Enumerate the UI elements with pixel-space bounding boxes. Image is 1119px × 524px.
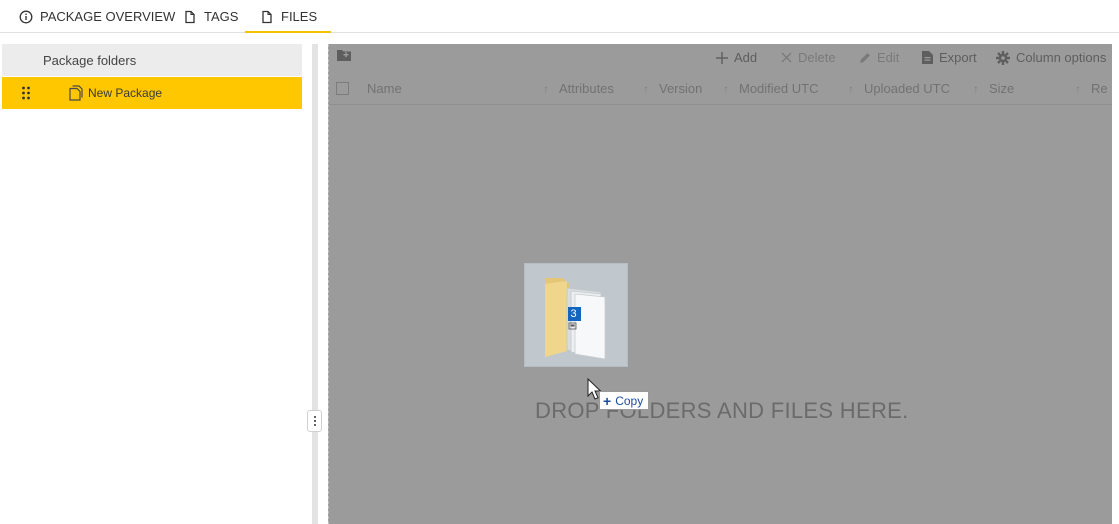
gear-icon [996, 50, 1010, 65]
package-folders-header: Package folders [2, 44, 302, 76]
tab-tags[interactable]: TAGS [183, 0, 238, 33]
copy-drop-tooltip: + Copy [599, 391, 650, 410]
tab-package-overview[interactable]: PACKAGE OVERVIEW [19, 0, 175, 33]
new-folder-icon [337, 50, 351, 61]
files-toolbar: Add Delete Edit Export Column options [329, 44, 1112, 72]
close-icon [781, 52, 792, 63]
document-icon [185, 10, 195, 23]
drop-zone-message: DROP FOLDERS AND FILES HERE. [535, 398, 909, 423]
column-label: Version [659, 81, 703, 96]
plus-icon: + [603, 392, 612, 409]
export-button[interactable]: Export [922, 50, 977, 65]
add-label: Add [734, 50, 758, 65]
panel-splitter[interactable] [312, 44, 318, 524]
tab-label: TAGS [204, 9, 239, 24]
sort-arrow-icon: ↑ [543, 81, 549, 96]
export-file-icon [922, 51, 933, 64]
tree-item-new-package[interactable]: New Package [2, 77, 302, 109]
info-icon [19, 10, 33, 23]
column-label: Size [989, 81, 1015, 96]
splitter-menu-button[interactable] [307, 410, 322, 432]
sort-arrow-icon: ↑ [643, 81, 649, 96]
vertical-ellipsis-icon [313, 415, 316, 427]
grid-header: Name ↑ Attributes ↑ Version ↑ Modified UTC … [329, 74, 1112, 105]
drag-handle-icon[interactable] [21, 86, 31, 100]
column-version[interactable]: ↑ Version [643, 81, 702, 96]
column-label: Re [1091, 81, 1108, 96]
edit-button[interactable]: Edit [859, 50, 899, 65]
column-label: Uploaded UTC [864, 81, 950, 96]
column-uploaded-utc[interactable]: ↑ Uploaded UTC [848, 81, 950, 96]
export-label: Export [939, 50, 977, 65]
column-modified-utc[interactable]: ↑ Modified UTC [723, 81, 818, 96]
column-label: Attributes [559, 81, 614, 96]
drag-count-badge: 3 [570, 308, 577, 320]
select-all-checkbox[interactable] [336, 82, 349, 95]
delete-label: Delete [798, 50, 836, 65]
column-label: Modified UTC [739, 81, 819, 96]
sort-arrow-icon: ↑ [973, 81, 979, 96]
column-re[interactable]: ↑ Re [1075, 81, 1108, 96]
edit-label: Edit [877, 50, 900, 65]
tab-label: PACKAGE OVERVIEW [40, 9, 176, 24]
column-attributes[interactable]: ↑ Attributes [543, 81, 614, 96]
column-name[interactable]: Name [367, 81, 402, 96]
tab-files[interactable]: FILES [244, 0, 332, 33]
tree-item-label: New Package [88, 86, 163, 100]
package-copy-icon [69, 85, 83, 101]
files-drop-zone[interactable]: Add Delete Edit Export Column options Na… [328, 44, 1112, 524]
new-folder-button[interactable] [337, 49, 357, 61]
delete-button[interactable]: Delete [781, 50, 836, 65]
document-icon [262, 10, 272, 23]
sort-arrow-icon: ↑ [848, 81, 854, 96]
package-folders-panel: Package folders New Package [0, 33, 310, 524]
package-folders-title: Package folders [43, 52, 137, 68]
sort-arrow-icon: ↑ [1075, 81, 1081, 96]
sort-arrow-icon: ↑ [723, 81, 729, 96]
plus-icon [716, 51, 728, 64]
column-options-button[interactable]: Column options [996, 50, 1106, 65]
tab-bar: PACKAGE OVERVIEW TAGS FILES [0, 0, 1119, 33]
column-label: Name [367, 81, 402, 96]
tab-label: FILES [281, 9, 318, 24]
column-options-label: Column options [1016, 50, 1107, 65]
pencil-icon [860, 52, 870, 63]
copy-label: Copy [615, 393, 644, 408]
add-button[interactable]: Add [716, 50, 757, 65]
column-size[interactable]: ↑ Size [973, 81, 1014, 96]
